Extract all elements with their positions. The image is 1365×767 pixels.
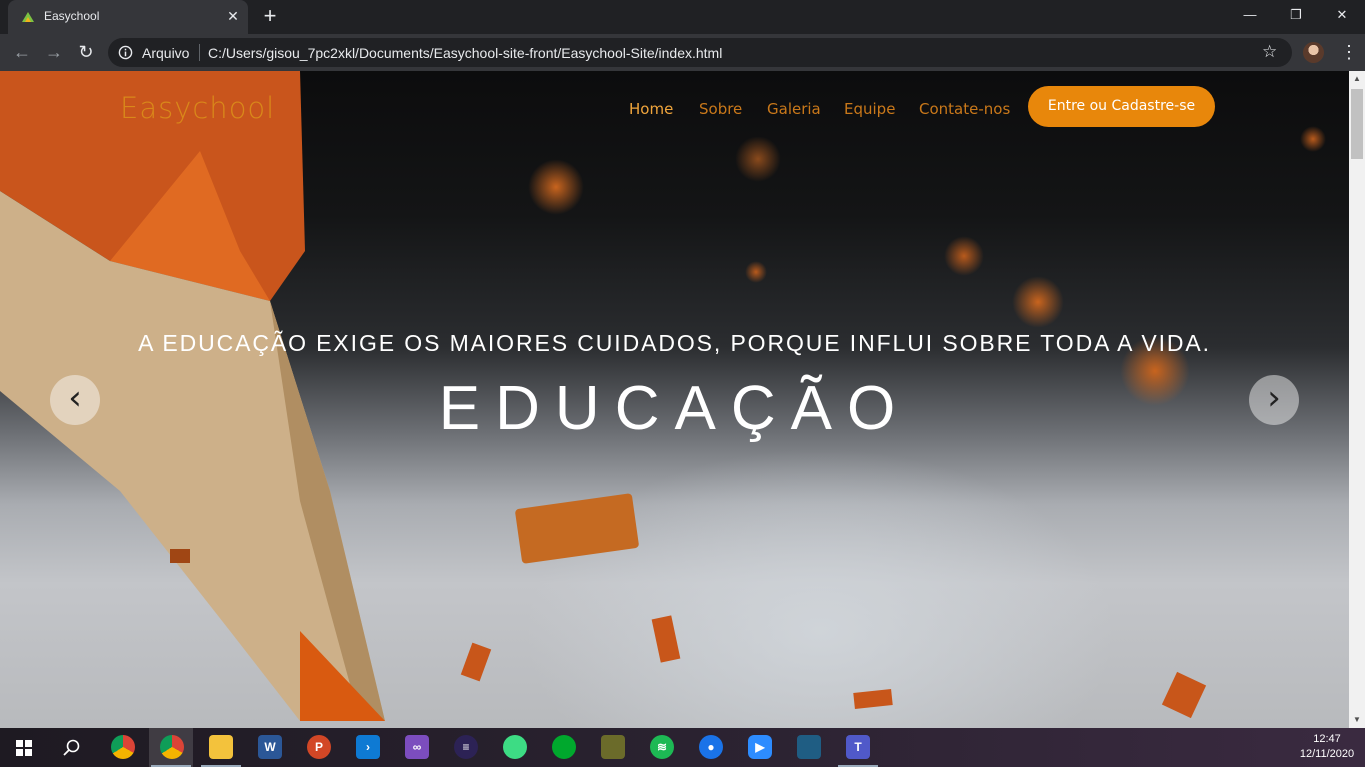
vscode-icon[interactable]: › <box>356 735 380 759</box>
easychool-favicon-icon <box>22 12 34 22</box>
scroll-up-arrow-icon[interactable]: ▲ <box>1349 71 1365 87</box>
pencil-chip <box>514 493 640 564</box>
browser-tab[interactable]: Easychool ✕ <box>8 0 248 34</box>
browser-tab-bar: Easychool ✕ + — ❐ ✕ <box>0 0 1365 34</box>
system-clock[interactable]: 12:47 12/11/2020 <box>1296 732 1358 762</box>
pencil-chip <box>170 549 190 563</box>
bokeh-light <box>1300 126 1326 152</box>
info-icon[interactable] <box>118 45 133 60</box>
evernote-icon[interactable] <box>552 735 576 759</box>
clock-date: 12/11/2020 <box>1299 748 1355 760</box>
maps-icon[interactable]: ● <box>699 735 723 759</box>
word-icon[interactable]: W <box>258 735 282 759</box>
clock-time: 12:47 <box>1313 733 1341 745</box>
search-icon[interactable] <box>63 739 80 756</box>
nav-sobre[interactable]: Sobre <box>699 100 742 118</box>
hero-headline: EDUCAÇÃO <box>438 374 911 443</box>
powerpoint-icon[interactable]: P <box>307 735 331 759</box>
zoom-icon[interactable]: ▶ <box>748 735 772 759</box>
carousel-prev-button[interactable]: ‹ <box>50 375 100 425</box>
pencil-chip <box>853 689 893 709</box>
windows-start-icon[interactable] <box>16 740 32 756</box>
page-scrollbar[interactable]: ▲ ▼ <box>1349 71 1365 728</box>
carousel-next-button[interactable]: › <box>1249 375 1299 425</box>
app-icon[interactable] <box>601 735 625 759</box>
browser-toolbar: ← → ↻ Arquivo C:/Users/gisou_7pc2xkl/Doc… <box>0 34 1365 71</box>
pencil-chip <box>460 642 492 682</box>
hero-section: Easychool Home Sobre Galeria Equipe Cont… <box>0 71 1349 728</box>
spotify-icon[interactable]: ≋ <box>650 735 674 759</box>
teams-icon[interactable]: T <box>846 735 870 759</box>
omnibox-divider <box>199 44 200 61</box>
nav-equipe[interactable]: Equipe <box>844 100 895 118</box>
login-signup-button[interactable]: Entre ou Cadastre-se <box>1028 86 1215 127</box>
scroll-thumb[interactable] <box>1351 89 1363 159</box>
profile-avatar[interactable] <box>1303 42 1324 63</box>
chrome-profile-icon[interactable] <box>160 735 184 759</box>
reload-button[interactable]: ↻ <box>74 40 98 64</box>
pencil-chip <box>651 615 681 663</box>
nav-home[interactable]: Home <box>629 100 673 118</box>
nav-galeria[interactable]: Galeria <box>767 100 821 118</box>
tab-title: Easychool <box>44 9 100 23</box>
hero-quote: A EDUCAÇÃO EXIGE OS MAIORES CUIDADOS, PO… <box>138 330 1211 356</box>
back-button[interactable]: ← <box>10 40 34 64</box>
bokeh-light <box>528 159 584 215</box>
visual-studio-icon[interactable]: ∞ <box>405 735 429 759</box>
mysql-workbench-icon[interactable] <box>797 735 821 759</box>
tab-close-icon[interactable]: ✕ <box>224 7 242 25</box>
pencil-chip <box>1161 671 1207 719</box>
bokeh-light <box>745 261 767 283</box>
windows-taskbar: W P › ∞ ≡ ≋ ● ▶ T 12:47 12/11/2020 <box>0 728 1365 767</box>
address-bar[interactable]: Arquivo C:/Users/gisou_7pc2xkl/Documents… <box>108 38 1292 67</box>
scroll-down-arrow-icon[interactable]: ▼ <box>1349 712 1365 728</box>
eclipse-icon[interactable]: ≡ <box>454 735 478 759</box>
maximize-button[interactable]: ❐ <box>1273 0 1319 30</box>
chrome-icon[interactable] <box>111 735 135 759</box>
file-explorer-icon[interactable] <box>209 735 233 759</box>
scheme-label: Arquivo <box>142 45 190 61</box>
nav-contate-nos[interactable]: Contate-nos <box>919 100 1010 118</box>
bokeh-light <box>1012 276 1064 328</box>
browser-menu-icon[interactable]: ⋮ <box>1339 42 1359 62</box>
url-text[interactable]: C:/Users/gisou_7pc2xkl/Documents/Easycho… <box>208 45 722 61</box>
close-window-button[interactable]: ✕ <box>1319 0 1365 30</box>
bokeh-light <box>735 136 781 182</box>
forward-button[interactable]: → <box>42 40 66 64</box>
bokeh-light <box>944 236 984 276</box>
brand-logo[interactable]: Easychool <box>120 91 275 125</box>
android-studio-icon[interactable] <box>503 735 527 759</box>
bookmark-star-icon[interactable]: ☆ <box>1262 42 1277 62</box>
new-tab-button[interactable]: + <box>258 5 282 29</box>
minimize-button[interactable]: — <box>1227 0 1273 30</box>
